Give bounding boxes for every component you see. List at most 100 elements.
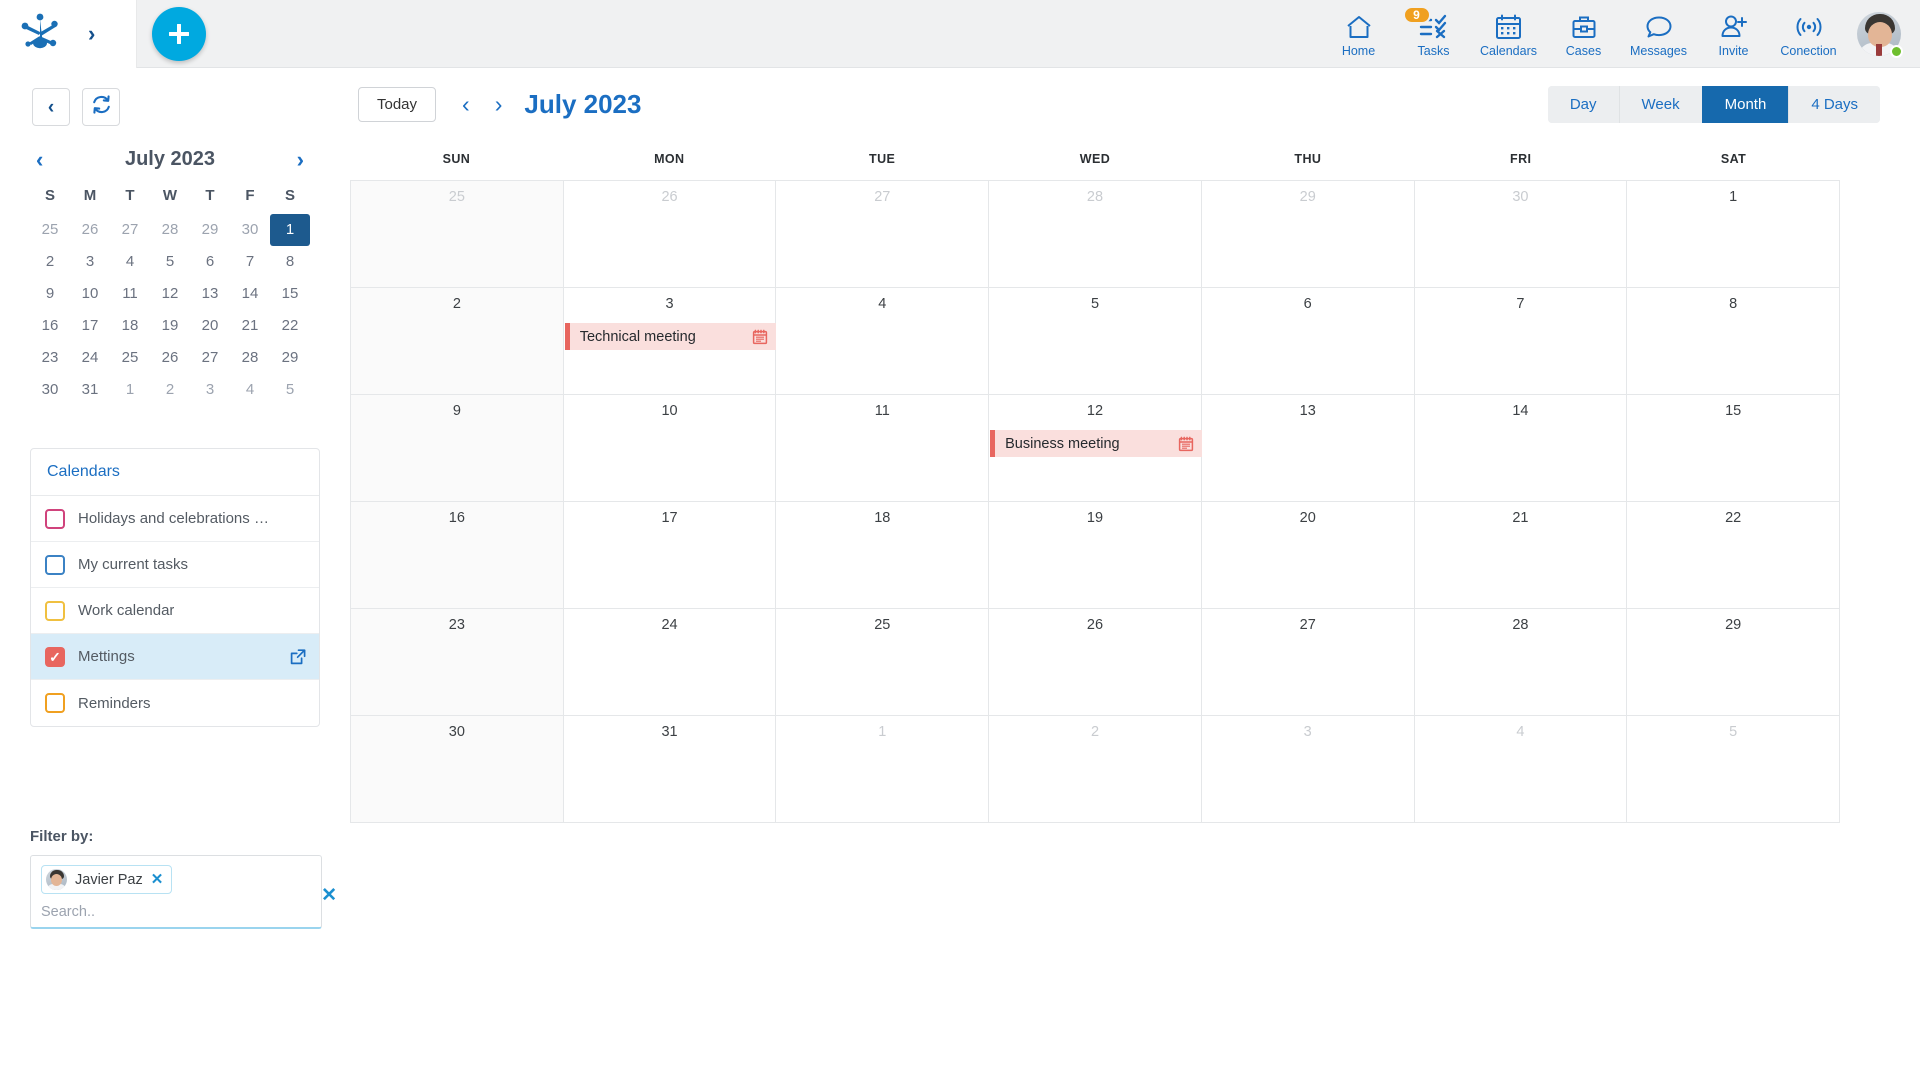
mini-day-cell[interactable]: 24 xyxy=(70,342,110,374)
mini-day-cell[interactable]: 6 xyxy=(190,246,230,278)
mini-day-cell[interactable]: 16 xyxy=(30,310,70,342)
mini-day-cell[interactable]: 4 xyxy=(110,246,150,278)
nav-item-calendars[interactable]: Calendars xyxy=(1471,0,1546,68)
mini-calendar-prev-button[interactable]: ‹ xyxy=(36,148,43,171)
view-button-week[interactable]: Week xyxy=(1618,86,1702,123)
calendar-day-cell[interactable]: 30 xyxy=(351,716,564,823)
calendar-day-cell[interactable]: 13 xyxy=(1201,395,1415,502)
view-button-month[interactable]: Month xyxy=(1701,86,1789,123)
calendar-day-cell[interactable]: 20 xyxy=(1201,502,1415,609)
mini-day-cell[interactable]: 26 xyxy=(150,342,190,374)
calendar-day-cell[interactable]: 10 xyxy=(563,395,777,502)
mini-day-cell[interactable]: 31 xyxy=(70,374,110,406)
calendar-day-cell[interactable]: 27 xyxy=(776,181,990,288)
mini-day-cell[interactable]: 9 xyxy=(30,278,70,310)
mini-calendar-next-button[interactable]: › xyxy=(297,148,304,171)
create-new-button[interactable] xyxy=(152,7,206,61)
calendar-day-cell[interactable]: 27 xyxy=(1201,609,1415,716)
calendar-day-cell[interactable]: 25 xyxy=(776,609,990,716)
nav-item-messages[interactable]: Messages xyxy=(1621,0,1696,68)
mini-day-cell[interactable]: 27 xyxy=(110,214,150,246)
calendar-list-item[interactable]: My current tasks xyxy=(31,542,319,588)
calendar-checkbox[interactable] xyxy=(45,600,65,621)
mini-day-cell[interactable]: 23 xyxy=(30,342,70,374)
calendar-day-cell[interactable]: 19 xyxy=(989,502,1202,609)
calendar-day-cell[interactable]: 16 xyxy=(351,502,564,609)
calendar-day-cell[interactable]: 29 xyxy=(1201,181,1415,288)
mini-day-cell[interactable]: 8 xyxy=(270,246,310,278)
calendar-day-cell[interactable]: 3 xyxy=(1201,716,1415,823)
filter-chip-javier-paz[interactable]: Javier Paz ✕ xyxy=(41,865,173,894)
nav-item-tasks[interactable]: 9 Tasks xyxy=(1396,0,1471,68)
calendar-day-cell[interactable]: 31 xyxy=(563,716,777,823)
mini-day-cell[interactable]: 27 xyxy=(190,342,230,374)
calendar-day-cell[interactable]: 8 xyxy=(1627,288,1840,395)
mini-day-cell[interactable]: 7 xyxy=(230,246,270,278)
sidebar-expand-chevron-icon[interactable]: › xyxy=(88,22,95,45)
calendar-day-cell[interactable]: 1 xyxy=(776,716,990,823)
calendar-checkbox[interactable]: ✓ xyxy=(45,646,65,667)
today-button[interactable]: Today xyxy=(358,86,437,122)
prev-month-button[interactable]: ‹ xyxy=(462,92,470,116)
calendar-day-cell[interactable]: 23 xyxy=(351,609,564,716)
calendar-day-cell[interactable]: 24 xyxy=(563,609,777,716)
mini-day-cell[interactable]: 29 xyxy=(190,214,230,246)
calendar-day-cell[interactable]: 2 xyxy=(351,288,564,395)
calendar-list-item[interactable]: Reminders xyxy=(31,680,319,726)
mini-day-cell[interactable]: 2 xyxy=(30,246,70,278)
mini-day-cell[interactable]: 1 xyxy=(110,374,150,406)
calendar-day-cell[interactable]: 15 xyxy=(1627,395,1840,502)
next-month-button[interactable]: › xyxy=(495,92,503,116)
calendar-list-item[interactable]: ✓ Mettings xyxy=(31,634,319,680)
calendar-checkbox[interactable] xyxy=(45,693,65,713)
mini-day-cell[interactable]: 4 xyxy=(230,374,270,406)
user-avatar-button[interactable] xyxy=(1846,0,1912,68)
mini-day-cell[interactable]: 5 xyxy=(270,374,310,406)
calendar-day-cell[interactable]: 17 xyxy=(563,502,777,609)
calendar-event[interactable]: Technical meeting xyxy=(564,323,777,350)
app-logo-icon[interactable] xyxy=(20,13,60,54)
calendar-checkbox[interactable] xyxy=(45,508,65,529)
mini-day-cell[interactable]: 10 xyxy=(70,278,110,310)
mini-day-cell[interactable]: 13 xyxy=(190,278,230,310)
chip-remove-icon[interactable]: ✕ xyxy=(151,872,164,887)
mini-day-cell[interactable]: 14 xyxy=(230,278,270,310)
mini-day-cell[interactable]: 26 xyxy=(70,214,110,246)
calendar-day-cell[interactable]: 30 xyxy=(1414,181,1628,288)
calendar-day-cell[interactable]: 2 xyxy=(989,716,1202,823)
mini-day-cell[interactable]: 19 xyxy=(150,310,190,342)
mini-day-cell[interactable]: 17 xyxy=(70,310,110,342)
calendar-day-cell[interactable]: 21 xyxy=(1414,502,1628,609)
view-button-4-days[interactable]: 4 Days xyxy=(1788,86,1880,123)
calendar-day-cell[interactable]: 3 Technical meeting xyxy=(563,288,777,395)
nav-item-invite[interactable]: Invite xyxy=(1696,0,1771,68)
calendar-day-cell[interactable]: 4 xyxy=(776,288,990,395)
calendar-day-cell[interactable]: 22 xyxy=(1627,502,1840,609)
mini-day-cell[interactable]: 3 xyxy=(190,374,230,406)
view-button-day[interactable]: Day xyxy=(1547,86,1619,123)
mini-day-cell[interactable]: 22 xyxy=(270,310,310,342)
calendar-day-cell[interactable]: 26 xyxy=(989,609,1202,716)
mini-day-cell[interactable]: 20 xyxy=(190,310,230,342)
mini-day-cell[interactable]: 5 xyxy=(150,246,190,278)
calendar-day-cell[interactable]: 5 xyxy=(1627,716,1840,823)
calendar-day-cell[interactable]: 28 xyxy=(1414,609,1628,716)
mini-day-cell[interactable]: 30 xyxy=(30,374,70,406)
mini-day-cell[interactable]: 3 xyxy=(70,246,110,278)
mini-day-cell[interactable]: 28 xyxy=(230,342,270,374)
mini-day-cell[interactable]: 18 xyxy=(110,310,150,342)
calendar-day-cell[interactable]: 29 xyxy=(1627,609,1840,716)
calendar-list-item[interactable]: Holidays and celebrations of A… xyxy=(31,496,319,542)
nav-item-cases[interactable]: Cases xyxy=(1546,0,1621,68)
sidebar-back-button[interactable]: ‹ xyxy=(32,88,70,126)
nav-item-conection[interactable]: Conection xyxy=(1771,0,1846,68)
calendar-day-cell[interactable]: 9 xyxy=(351,395,564,502)
mini-day-cell[interactable]: 15 xyxy=(270,278,310,310)
filter-input-box[interactable]: Javier Paz ✕ ✕ xyxy=(30,855,337,929)
calendar-day-cell[interactable]: 26 xyxy=(563,181,777,288)
mini-day-cell[interactable]: 28 xyxy=(150,214,190,246)
calendar-day-cell[interactable]: 25 xyxy=(351,181,564,288)
sidebar-refresh-button[interactable] xyxy=(82,88,120,126)
mini-day-cell[interactable]: 29 xyxy=(270,342,310,374)
calendar-day-cell[interactable]: 11 xyxy=(776,395,990,502)
